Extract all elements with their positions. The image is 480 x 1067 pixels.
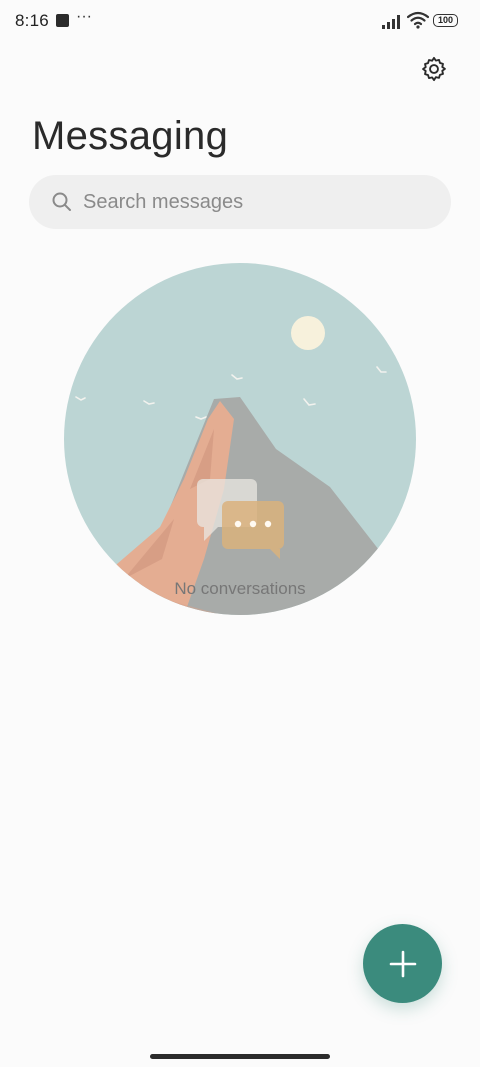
battery-icon: 100 bbox=[433, 14, 458, 27]
gear-icon bbox=[422, 56, 446, 82]
more-notifications-icon: ··· bbox=[76, 8, 92, 25]
settings-button[interactable] bbox=[416, 51, 452, 87]
wifi-icon bbox=[407, 11, 429, 29]
search-input[interactable] bbox=[83, 175, 433, 229]
search-icon bbox=[52, 192, 71, 211]
gesture-navigation-handle[interactable] bbox=[150, 1054, 330, 1059]
plus-icon bbox=[389, 950, 416, 977]
messaging-screen: 8:16 ··· 100 Messaging Search messages N… bbox=[0, 0, 480, 1067]
page-title: Messaging bbox=[32, 114, 229, 158]
cellular-signal-icon bbox=[382, 15, 400, 29]
notification-square-icon bbox=[56, 14, 69, 27]
empty-state-message: No conversations bbox=[174, 579, 306, 598]
status-time: 8:16 bbox=[15, 11, 49, 30]
empty-state-illustration bbox=[64, 263, 416, 615]
status-bar: 8:16 ··· 100 bbox=[0, 0, 480, 44]
search-bar[interactable] bbox=[29, 175, 451, 229]
new-conversation-button[interactable] bbox=[363, 924, 442, 1003]
